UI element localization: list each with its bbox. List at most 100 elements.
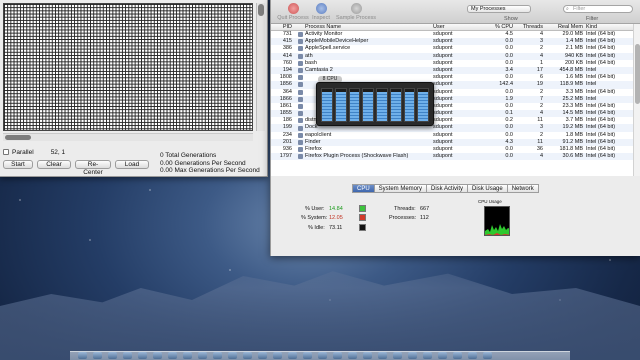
dock-app-icon[interactable] bbox=[318, 352, 327, 359]
clear-button[interactable]: Clear bbox=[37, 159, 71, 169]
process-table-scroll-thumb[interactable] bbox=[635, 44, 640, 104]
filter-label: Filter bbox=[586, 16, 599, 22]
table-row[interactable]: 386 AppleSpell.service sdupont 0.0 2 2.1 MB In… bbox=[271, 45, 633, 52]
tab-disk-usage[interactable]: Disk Usage bbox=[467, 184, 508, 193]
col-process-name[interactable]: Process Name bbox=[305, 24, 429, 30]
app-icon bbox=[297, 53, 303, 59]
process-name-cell: Finder bbox=[305, 138, 321, 145]
threads-cell: 36 bbox=[536, 146, 543, 152]
system-color-swatch[interactable] bbox=[359, 214, 366, 221]
threads-cell: 11 bbox=[537, 117, 543, 124]
life-horizontal-scroll-thumb[interactable] bbox=[5, 135, 31, 140]
table-row[interactable]: 415 AppleMobileDeviceHelper sdupont 0.0 3 1.4… bbox=[271, 38, 633, 46]
tab-network[interactable]: Network bbox=[506, 184, 539, 193]
dock-app-icon[interactable] bbox=[288, 352, 297, 359]
process-name-cell: ath bbox=[305, 52, 313, 59]
dock-app-icon[interactable] bbox=[213, 352, 222, 359]
kind-cell: Intel (64 bit) bbox=[586, 138, 616, 145]
idle-color-swatch[interactable] bbox=[359, 224, 366, 231]
life-horizontal-scrollbar[interactable] bbox=[3, 133, 253, 141]
parallel-row: Parallel 52, 1 bbox=[3, 147, 65, 157]
dock-app-icon[interactable] bbox=[123, 352, 132, 359]
floating-cpu-window[interactable] bbox=[316, 82, 434, 126]
dock-app-icon[interactable] bbox=[273, 352, 282, 359]
table-row[interactable]: 936 Firefox sdupont 0.0 36 181.8 MB Intel (64 … bbox=[271, 146, 633, 153]
filter-input[interactable]: Filter bbox=[563, 5, 633, 13]
dock-app-icon[interactable] bbox=[363, 352, 372, 359]
life-vertical-scroll-thumb[interactable] bbox=[258, 4, 264, 16]
parallel-checkbox[interactable] bbox=[3, 149, 9, 155]
dock-app-icon[interactable] bbox=[228, 352, 237, 359]
pid-cell: 936 bbox=[282, 146, 292, 152]
dock-app-icon[interactable] bbox=[108, 352, 117, 359]
col-threads[interactable]: Threads bbox=[513, 24, 543, 30]
user-cell: sdupont bbox=[433, 153, 453, 160]
tab-disk-activity[interactable]: Disk Activity bbox=[426, 184, 469, 193]
dock-app-icon[interactable] bbox=[378, 352, 387, 359]
process-icon bbox=[295, 124, 305, 131]
dock-app-icon[interactable] bbox=[168, 352, 177, 359]
user-color-swatch[interactable] bbox=[359, 205, 366, 212]
kind-cell: Intel (64 bit) bbox=[586, 117, 616, 124]
table-row[interactable]: 1797 Firefox Plugin Process (Shockwave Fl… bbox=[271, 153, 633, 161]
threads-value: 667 bbox=[420, 206, 430, 212]
threads-cell: 11 bbox=[537, 138, 543, 145]
tab-cpu[interactable]: CPU bbox=[352, 184, 375, 193]
cpu-core-fill bbox=[363, 92, 373, 121]
tab-system-memory[interactable]: System Memory bbox=[373, 184, 428, 193]
load-button[interactable]: Load bbox=[115, 159, 149, 169]
start-button[interactable]: Start bbox=[3, 159, 33, 169]
life-grid[interactable] bbox=[3, 3, 253, 131]
processes-label: Processes: bbox=[389, 215, 417, 221]
dock-app-icon[interactable] bbox=[93, 352, 102, 359]
col-pid[interactable]: PID bbox=[271, 24, 295, 30]
parallel-label: Parallel bbox=[12, 148, 34, 156]
cpu-cell: 4.3 bbox=[505, 138, 513, 145]
dock-app-icon[interactable] bbox=[348, 352, 357, 359]
dock-app-icon[interactable] bbox=[408, 352, 417, 359]
dock-app-icon[interactable] bbox=[138, 352, 147, 359]
show-process-select[interactable]: My Processes bbox=[467, 5, 531, 13]
table-row[interactable]: 194 Camtasia 2 sdupont 3.4 17 454.8 MB Intel bbox=[271, 66, 633, 75]
dock-app-icon[interactable] bbox=[243, 352, 252, 359]
dock-app-icon[interactable] bbox=[468, 352, 477, 359]
cpu-core-fill bbox=[404, 91, 415, 121]
dock-app-icon[interactable] bbox=[438, 352, 447, 359]
col-user[interactable]: User bbox=[429, 24, 487, 30]
dock-app-icon[interactable] bbox=[423, 352, 432, 359]
dock-app-icon[interactable] bbox=[333, 352, 342, 359]
dock-app-icon[interactable] bbox=[183, 352, 192, 359]
dock-app-icon[interactable] bbox=[393, 352, 402, 359]
table-row[interactable]: 414 ath sdupont 0.0 4 940 KB Intel (64 bit) bbox=[271, 52, 633, 60]
threads-cell: 3 bbox=[539, 124, 543, 131]
cpu-cell: 0.0 bbox=[505, 38, 513, 45]
real-mem-cell: 2.1 MB bbox=[565, 45, 583, 52]
table-row[interactable]: 201 Finder sdupont 4.3 11 91.2 MB Intel (64 bi… bbox=[271, 138, 633, 146]
real-mem-cell: 19.2 MB bbox=[562, 124, 583, 131]
dock-app-icon[interactable] bbox=[258, 352, 267, 359]
dock-app-icon[interactable] bbox=[483, 352, 492, 359]
table-row[interactable]: 731 Activity Monitor sdupont 4.5 4 29.0 MB Int… bbox=[271, 31, 633, 38]
col-kind[interactable]: Kind bbox=[583, 24, 629, 30]
dock-app-icon[interactable] bbox=[78, 352, 87, 359]
dock-app-icon[interactable] bbox=[153, 352, 162, 359]
recenter-button[interactable]: Re-Center bbox=[75, 159, 111, 176]
table-row[interactable]: 760 bash sdupont 0.0 1 200 KB Intel (64 bit) bbox=[271, 60, 633, 67]
life-vertical-scrollbar[interactable] bbox=[256, 3, 265, 131]
dock-app-icon[interactable] bbox=[198, 352, 207, 359]
col-real-mem[interactable]: Real Mem bbox=[543, 24, 583, 30]
kind-cell: Intel (64 bit) bbox=[586, 45, 616, 52]
dock-app-icon[interactable] bbox=[453, 352, 462, 359]
dock-app-icon[interactable] bbox=[303, 352, 312, 359]
cpu-usage-title: CPU Usage bbox=[478, 199, 502, 204]
col-cpu[interactable]: % CPU bbox=[487, 24, 513, 30]
process-name-cell: Firefox Plugin Process (Shockwave Flash) bbox=[305, 153, 409, 160]
process-table-scrollbar[interactable] bbox=[633, 24, 640, 176]
cpu-core-bar bbox=[389, 88, 402, 122]
app-icon bbox=[297, 132, 303, 138]
kind-cell: Intel bbox=[586, 81, 597, 88]
cpu-core-fill bbox=[418, 92, 428, 121]
process-name-cell: bash bbox=[305, 59, 317, 66]
sample-process-button[interactable]: Sample Process bbox=[333, 3, 379, 21]
table-row[interactable]: 234 eapolclient sdupont 0.0 2 1.8 MB Intel (64… bbox=[271, 132, 633, 139]
